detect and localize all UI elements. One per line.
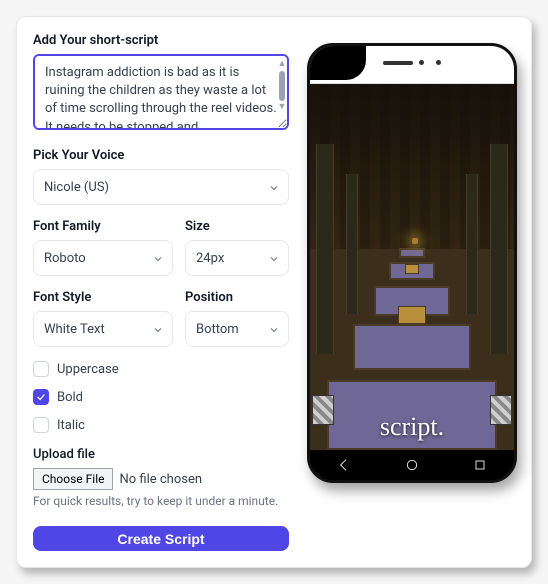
font-family-label: Font Family [33, 219, 173, 234]
position-value: Bottom [196, 322, 239, 337]
size-value: 24px [196, 251, 224, 266]
upload-hint: For quick results, try to keep it under … [33, 494, 289, 508]
nav-back-icon[interactable] [336, 457, 352, 473]
checkbox-icon [33, 361, 49, 377]
choose-file-button[interactable]: Choose File [33, 468, 113, 490]
checkbox-icon [33, 417, 49, 433]
chevron-down-icon [268, 182, 278, 192]
checkbox-checked-icon [33, 389, 49, 405]
voice-group: Pick Your Voice Nicole (US) [33, 148, 289, 205]
uppercase-checkbox[interactable]: Uppercase [33, 361, 289, 377]
voice-value: Nicole (US) [44, 180, 109, 195]
preview-caption: script. [310, 412, 514, 442]
script-group: Add Your short-script ▲▼ [33, 33, 289, 134]
script-input[interactable] [33, 54, 289, 130]
voice-label: Pick Your Voice [33, 148, 289, 163]
form-column: Add Your short-script ▲▼ Pick Your Voice… [33, 33, 289, 551]
create-script-button[interactable]: Create Script [33, 526, 289, 551]
italic-label: Italic [57, 418, 85, 433]
nav-home-icon[interactable] [404, 457, 420, 473]
bold-checkbox[interactable]: Bold [33, 389, 289, 405]
chevron-down-icon [268, 324, 278, 334]
script-label: Add Your short-script [33, 33, 289, 48]
bold-label: Bold [57, 390, 83, 405]
file-status: No file chosen [119, 472, 202, 487]
phone-status-bar [310, 46, 514, 84]
size-select[interactable]: 24px [185, 240, 289, 276]
position-select[interactable]: Bottom [185, 311, 289, 347]
preview-column: script. [307, 33, 517, 551]
uppercase-label: Uppercase [57, 362, 119, 377]
voice-select[interactable]: Nicole (US) [33, 169, 289, 205]
upload-label: Upload file [33, 447, 289, 462]
preview-video: script. [310, 84, 514, 450]
phone-frame: script. [307, 43, 517, 483]
position-label: Position [185, 290, 289, 305]
nav-recent-icon[interactable] [472, 457, 488, 473]
font-family-value: Roboto [44, 251, 86, 266]
phone-navbar [310, 450, 514, 480]
phone-notch [310, 46, 366, 80]
chevron-down-icon [268, 253, 278, 263]
editor-card: Add Your short-script ▲▼ Pick Your Voice… [16, 16, 532, 568]
chevron-down-icon [152, 324, 162, 334]
italic-checkbox[interactable]: Italic [33, 417, 289, 433]
font-family-select[interactable]: Roboto [33, 240, 173, 276]
textarea-scrollbar[interactable]: ▲▼ [277, 60, 287, 112]
font-style-select[interactable]: White Text [33, 311, 173, 347]
size-label: Size [185, 219, 289, 234]
chevron-down-icon [152, 253, 162, 263]
font-style-value: White Text [44, 322, 105, 337]
font-style-label: Font Style [33, 290, 173, 305]
